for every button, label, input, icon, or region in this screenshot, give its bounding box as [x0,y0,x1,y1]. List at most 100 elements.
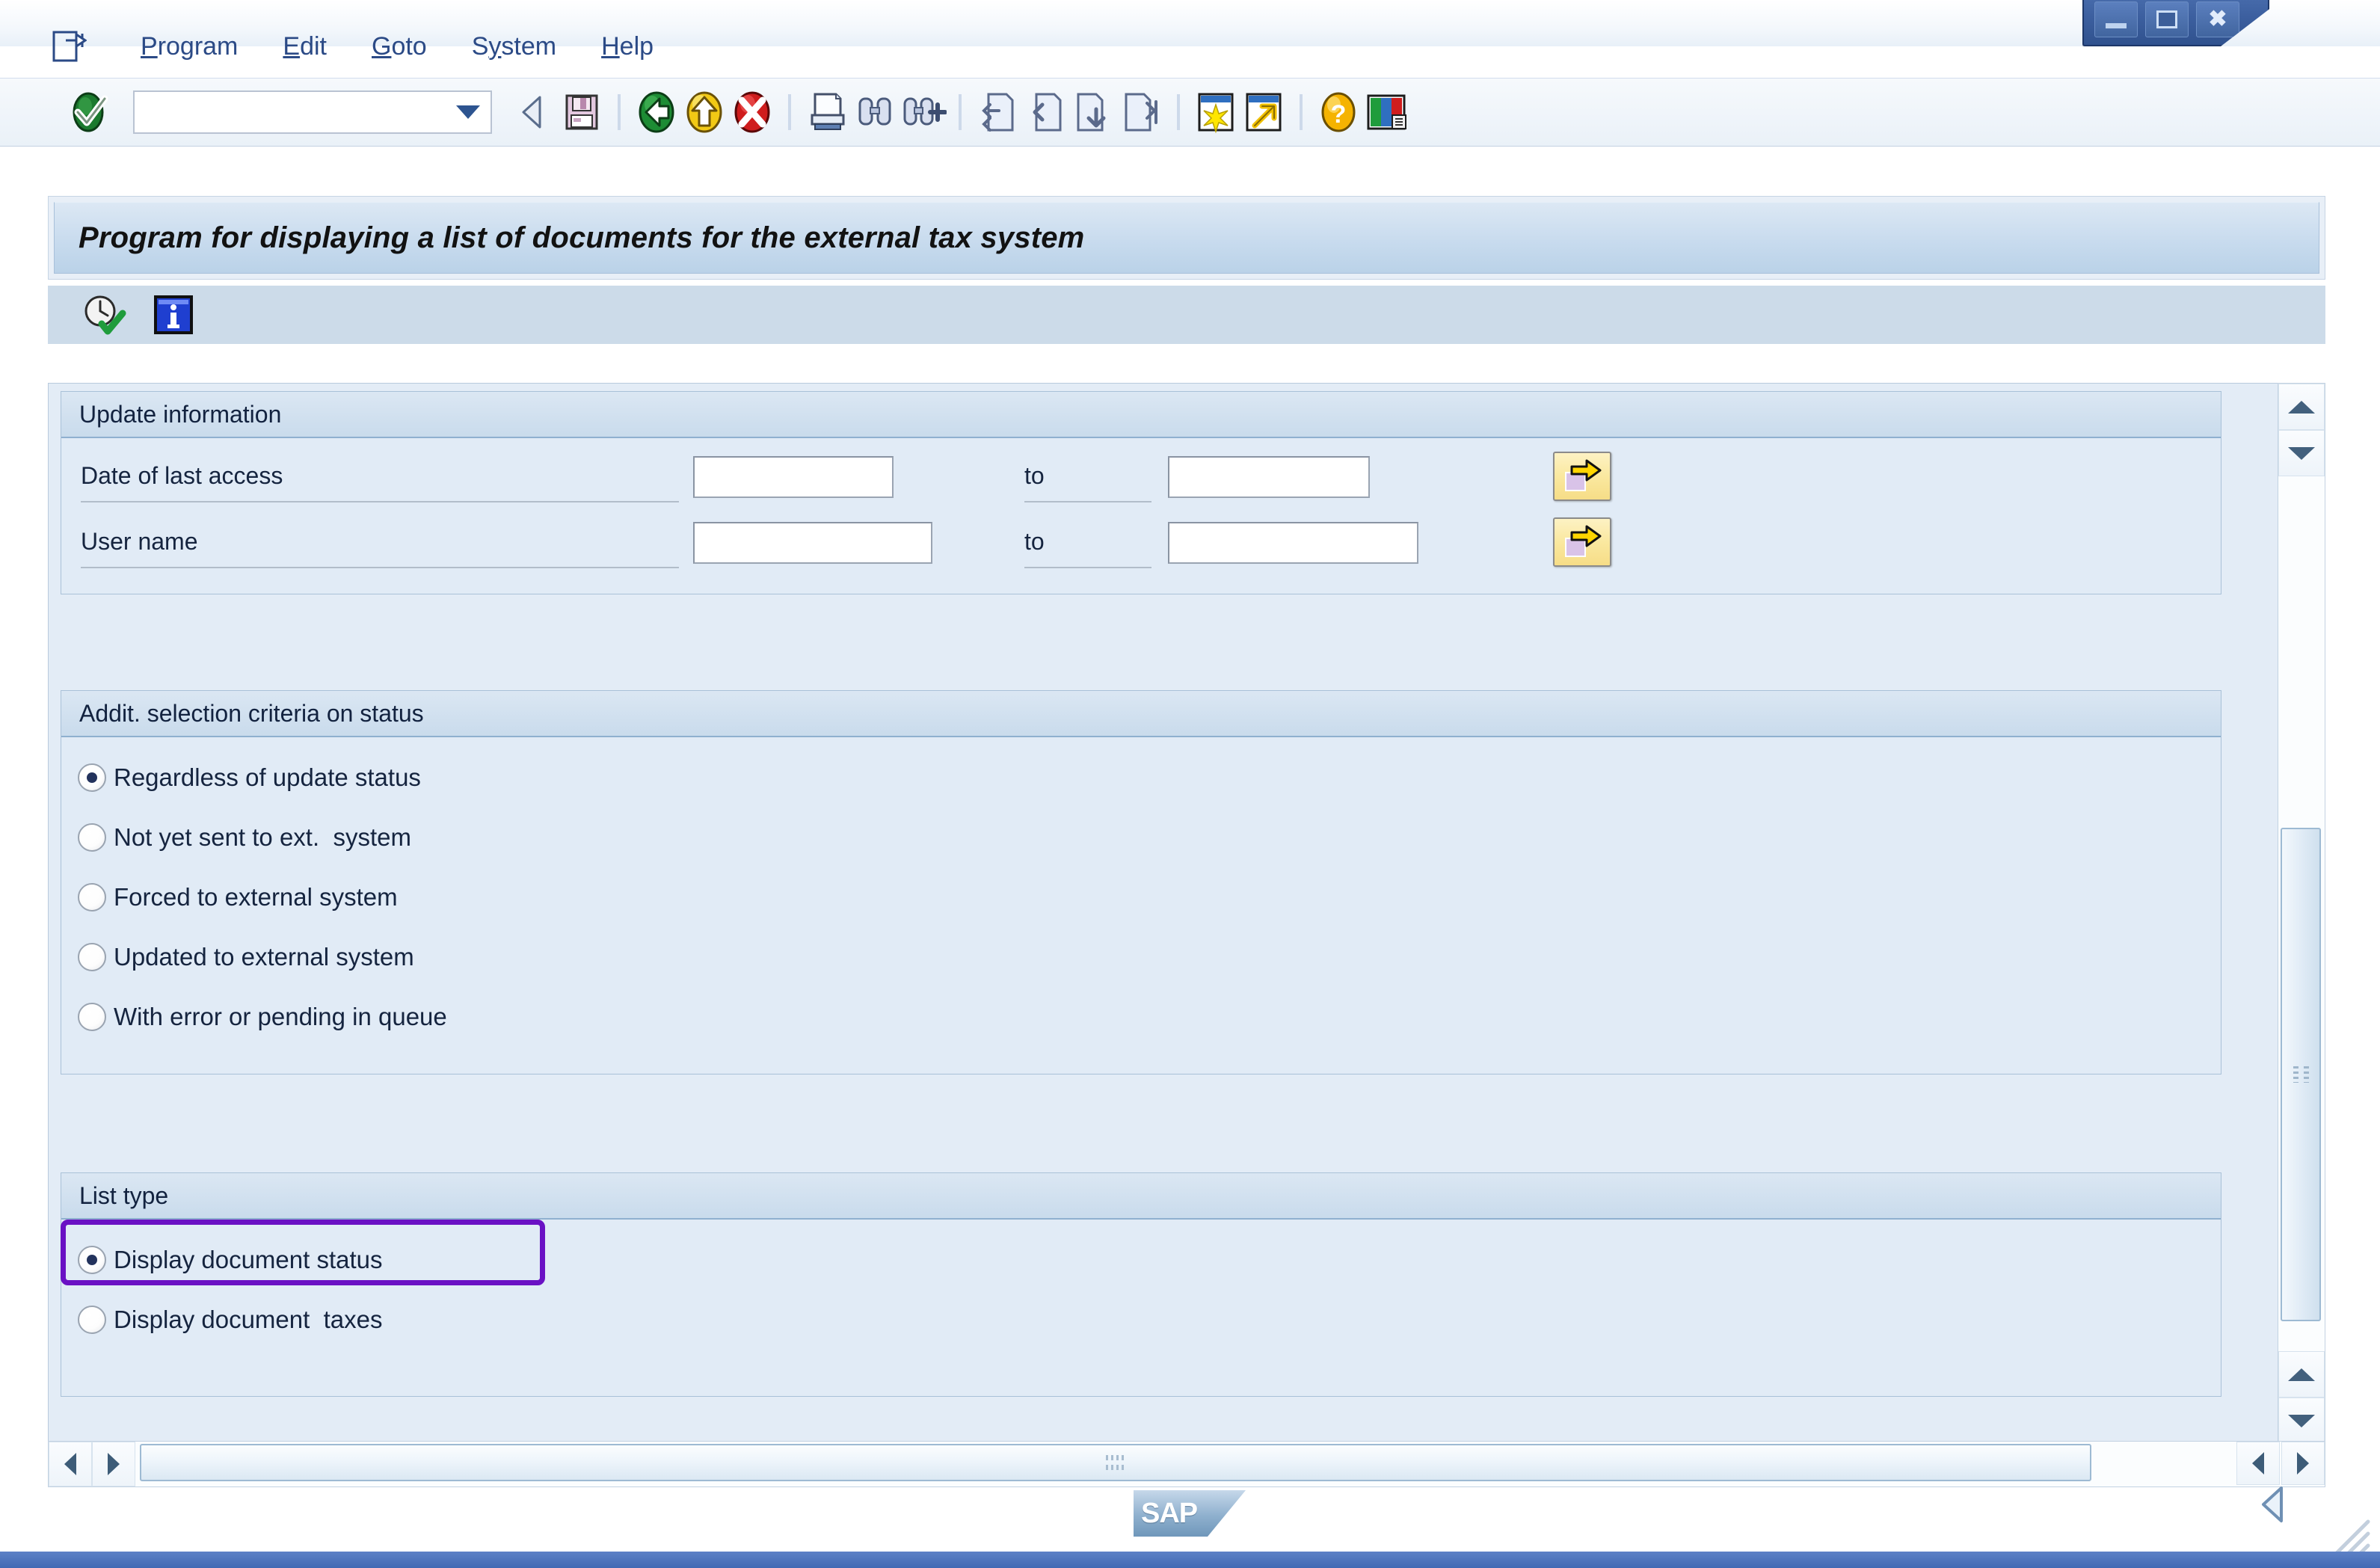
last-page-icon[interactable] [1117,88,1165,136]
horizontal-scrollbar[interactable] [48,1441,2325,1487]
group-title-status-criteria: Addit. selection criteria on status [61,691,2221,737]
scroll-up-bottom-icon[interactable] [2278,1351,2325,1398]
radio-label: With error or pending in queue [114,1003,447,1030]
menu-item-goto[interactable]: Goto [349,31,449,63]
radio-forced-to-external-system[interactable]: Forced to external system [61,867,2221,927]
menu-bar: Program Edit Goto System Help [0,27,2380,66]
group-title-list-type: List type [61,1173,2221,1220]
label-date-to: to [1024,462,1045,489]
scroll-up-icon[interactable] [2278,384,2325,430]
scroll-grip-icon [2293,1066,2309,1083]
selection-screen-inner: Update information Date of last access t… [49,384,2247,1444]
group-list-type: List type Display document status Displa… [61,1172,2221,1397]
layout-menu-icon[interactable] [1362,88,1410,136]
svg-text:?: ? [1331,100,1347,129]
back-green-icon[interactable] [633,88,680,136]
footer: SAP [0,1484,2380,1568]
radio-button-indicator[interactable] [78,883,106,911]
group-body-list-type: Display document status Display document… [61,1220,2221,1350]
find-icon[interactable] [851,88,899,136]
multiple-selection-icon-user[interactable] [1553,517,1611,567]
horizontal-scroll-thumb[interactable] [140,1444,2091,1481]
toolbar-separator [788,94,791,130]
selection-screen-canvas: Update information Date of last access t… [48,383,2325,1445]
green-check-enter-icon[interactable] [66,88,114,136]
scroll-right-end-icon[interactable] [2281,1442,2325,1485]
row-user-name: User name to [61,516,2221,571]
document-exit-icon[interactable] [52,30,87,63]
radio-with-error-or-pending-in-queue[interactable]: With error or pending in queue [61,987,2221,1047]
label-date-of-last-access: Date of last access [81,462,283,489]
menu-item-program-label: rogram [157,31,239,61]
sap-logo-text: SAP [1141,1497,1198,1529]
vertical-scroll-track[interactable] [2278,476,2325,1351]
scroll-right-icon[interactable] [92,1442,135,1486]
sap-gui-window: ✖ Program Edit Goto System Help ? Progra… [0,0,2380,1568]
input-user-to[interactable] [1168,522,1418,564]
field-underline [1024,501,1151,502]
find-next-icon[interactable] [899,88,947,136]
vertical-scrollbar[interactable] [2278,383,2325,1445]
help-icon[interactable]: ? [1314,88,1362,136]
field-underline [81,501,679,502]
info-icon[interactable] [150,291,197,339]
radio-button-indicator[interactable] [78,1003,106,1031]
group-title-update-information: Update information [61,392,2221,438]
scroll-left-end-icon[interactable] [2236,1442,2280,1485]
radio-button-indicator[interactable] [78,1306,106,1334]
next-page-icon[interactable] [1069,88,1117,136]
status-bar [0,1552,2380,1568]
multiple-selection-icon-date[interactable] [1553,452,1611,501]
input-date-to[interactable] [1168,456,1370,498]
cancel-red-icon[interactable] [728,88,776,136]
field-underline [81,567,679,568]
menu-item-system[interactable]: System [449,31,579,63]
label-user-to: to [1024,528,1045,555]
page-title: Program for displaying a list of documen… [54,202,2319,274]
new-session-icon[interactable] [1192,88,1240,136]
scroll-down-bottom-icon[interactable] [2278,1398,2325,1444]
print-icon[interactable] [803,88,851,136]
chevron-down-icon[interactable] [456,105,480,119]
resize-grip-icon[interactable] [2319,1505,2371,1558]
previous-page-icon[interactable] [1021,88,1069,136]
back-arrow-icon[interactable] [510,88,558,136]
command-field[interactable] [133,90,492,134]
input-date-from[interactable] [693,456,894,498]
menu-item-program[interactable]: Program [118,31,260,63]
input-user-from[interactable] [693,522,932,564]
collapse-left-icon[interactable] [2257,1484,2292,1529]
save-icon[interactable] [558,88,606,136]
menu-item-edit[interactable]: Edit [260,31,349,63]
radio-button-indicator[interactable] [78,1246,106,1274]
first-page-icon[interactable] [974,88,1021,136]
vertical-scroll-thumb[interactable] [2281,828,2321,1321]
menu-item-goto-label: oto [391,31,427,61]
radio-button-indicator[interactable] [78,823,106,852]
toolbar-separator [1300,94,1303,130]
standard-toolbar: ? [0,78,2380,147]
row-date-of-last-access: Date of last access to [61,450,2221,505]
application-toolbar [48,286,2325,344]
radio-button-indicator[interactable] [78,763,106,792]
group-update-information: Update information Date of last access t… [61,391,2221,594]
shortcut-icon[interactable] [1240,88,1288,136]
radio-updated-to-external-system[interactable]: Updated to external system [61,927,2221,987]
menu-item-edit-label: dit [300,31,327,61]
exit-yellow-icon[interactable] [680,88,728,136]
radio-button-indicator[interactable] [78,943,106,971]
radio-display-document-taxes[interactable]: Display document taxes [61,1290,2221,1350]
menu-item-help[interactable]: Help [579,31,676,63]
field-underline [1024,567,1151,568]
radio-label: Display document status [114,1246,383,1273]
execute-icon[interactable] [79,291,127,339]
horizontal-scroll-track[interactable] [135,1442,2325,1486]
scroll-down-icon[interactable] [2278,430,2325,476]
menu-item-help-label: elp [619,31,654,61]
radio-not-yet-sent-to-ext-system[interactable]: Not yet sent to ext. system [61,808,2221,867]
toolbar-separator [959,94,962,130]
radio-display-document-status[interactable]: Display document status [61,1230,2221,1290]
radio-regardless-of-update-status[interactable]: Regardless of update status [61,748,2221,808]
group-body-update-information: Date of last access to User name to [61,438,2221,594]
scroll-left-icon[interactable] [49,1442,92,1486]
